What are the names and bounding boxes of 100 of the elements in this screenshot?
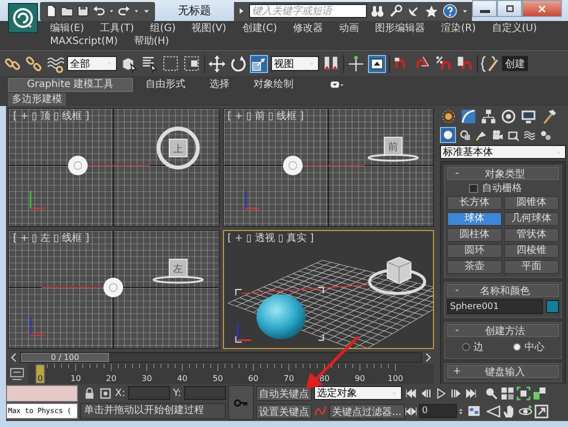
pivot-icon[interactable]: [322, 54, 340, 72]
rollout-toggle[interactable]: -: [452, 325, 462, 336]
coordinate-field[interactable]: [128, 386, 170, 400]
edit-selection-icon[interactable]: [481, 54, 499, 72]
caret-icon[interactable]: [461, 7, 469, 15]
close-button[interactable]: [522, 0, 562, 17]
menu-item[interactable]: 工具(T): [100, 23, 134, 35]
motion-icon[interactable]: [500, 108, 517, 125]
window-selection-icon[interactable]: [183, 54, 201, 72]
viewport[interactable]: 左 [ + ▯ 左 ▯ 线框 ]: [8, 230, 220, 349]
sun-icon[interactable]: [440, 108, 457, 125]
viewport-label[interactable]: [ + ▯ 透视 ▯ 真实 ]: [228, 233, 314, 244]
app-logo-button[interactable]: [8, 3, 38, 33]
viewcube-drawing[interactable]: [156, 126, 200, 170]
wrench-icon[interactable]: [388, 4, 403, 18]
move-icon[interactable]: [208, 54, 226, 72]
object-type-button[interactable]: 圆锥体: [504, 196, 559, 210]
viewport-label[interactable]: [ + ▯ 左 ▯ 线框 ]: [13, 233, 90, 244]
ribbon-tab[interactable]: 自由形式: [134, 78, 197, 92]
key-filters-button[interactable]: 关键点过滤器...: [329, 404, 405, 418]
viewport-label[interactable]: [ + ▯ 顶 ▯ 线框 ]: [13, 111, 90, 122]
rectangle-selection-icon[interactable]: [162, 54, 180, 72]
object-type-button[interactable]: 圆柱体: [447, 228, 502, 242]
object-type-button[interactable]: 茶壶: [447, 260, 502, 274]
ribbon-tab[interactable]: Graphite 建模工具: [8, 78, 133, 92]
object-type-button[interactable]: 四棱锥: [504, 244, 559, 258]
rollout-toggle[interactable]: -: [452, 285, 462, 296]
menu-item[interactable]: 视图(V): [192, 23, 226, 35]
auto-key-button[interactable]: 自动关键点: [256, 386, 312, 400]
viewcube-drawing[interactable]: [152, 258, 204, 284]
time-config-icon[interactable]: [467, 404, 481, 418]
monitor-icon[interactable]: [520, 108, 537, 125]
select-object-icon[interactable]: [120, 54, 138, 72]
maximize-viewport-icon[interactable]: [534, 404, 549, 418]
go-to-end-icon[interactable]: [464, 386, 478, 400]
undo-icon[interactable]: [92, 4, 106, 18]
spinner-snap-icon[interactable]: [456, 54, 474, 72]
viewcube-drawing[interactable]: [367, 136, 418, 162]
maximize-button[interactable]: [497, 0, 522, 17]
radio-button[interactable]: [512, 343, 520, 351]
color-swatch[interactable]: [546, 300, 559, 313]
search-field[interactable]: 键入关键字或短语: [249, 4, 367, 18]
selection-filter-dropdown[interactable]: 全部: [67, 56, 117, 71]
object-type-button[interactable]: 平面: [504, 260, 559, 274]
set-key-button[interactable]: 设置关键点: [256, 404, 312, 418]
menu-item[interactable]: MAXScript(M): [50, 36, 118, 48]
folder-icon[interactable]: [60, 4, 74, 18]
time-slider-thumb[interactable]: 0 / 100: [21, 352, 109, 362]
panel-tab[interactable]: 多边形建模: [8, 93, 66, 106]
star-icon[interactable]: [424, 4, 439, 18]
ribbon-tab[interactable]: 对象绘制: [242, 78, 305, 92]
time-slider-track[interactable]: 0 / 100: [20, 352, 422, 362]
next-frame-icon[interactable]: [449, 386, 463, 400]
wave-link-icon[interactable]: [46, 54, 64, 72]
sphere-drawing[interactable]: [256, 294, 306, 340]
timeline-ruler[interactable]: [28, 364, 434, 384]
object-type-button[interactable]: 圆环: [447, 244, 502, 258]
keyboard-toggle-icon[interactable]: [368, 54, 386, 72]
viewport[interactable]: [ + ▯ 透视 ▯ 真实 ]: [222, 230, 434, 349]
coordinate-system-dropdown[interactable]: 视图: [271, 56, 319, 71]
zoom-extents-icon[interactable]: [516, 386, 531, 400]
new-file-icon[interactable]: [44, 4, 58, 18]
selection-icon[interactable]: [99, 386, 112, 400]
unlink-icon[interactable]: [25, 54, 43, 72]
waves-icon[interactable]: [523, 128, 536, 142]
menu-item[interactable]: 图形编辑器: [375, 23, 426, 35]
key-mode-dropdown[interactable]: 选定对象: [314, 386, 402, 400]
category-dropdown[interactable]: 标准基本体: [440, 145, 566, 159]
manipulate-icon[interactable]: [347, 54, 365, 72]
key-mode-icon[interactable]: [404, 404, 418, 418]
ribbon-tab[interactable]: 选择: [198, 78, 241, 92]
hierarchy-icon[interactable]: [480, 108, 497, 125]
help-icon[interactable]: [442, 3, 458, 19]
rollout-toggle[interactable]: -: [452, 168, 462, 179]
named-selection-field[interactable]: 创建: [502, 56, 528, 71]
menu-item[interactable]: 编辑(E): [50, 23, 84, 35]
menu-item[interactable]: 创建(C): [242, 23, 278, 35]
frame-field[interactable]: 0: [419, 404, 457, 418]
helper-icon[interactable]: [507, 128, 520, 142]
radio-button[interactable]: [462, 343, 470, 351]
object-type-button[interactable]: 球体: [447, 212, 502, 226]
binoculars-icon[interactable]: [370, 4, 385, 18]
save-icon[interactable]: [76, 4, 90, 18]
scale-icon[interactable]: [250, 54, 268, 72]
curve-icon[interactable]: [460, 108, 477, 125]
previous-frame-icon[interactable]: [419, 386, 433, 400]
menu-item[interactable]: 修改器: [293, 23, 324, 35]
select-by-name-icon[interactable]: [141, 54, 159, 72]
zoom-icon[interactable]: [484, 386, 499, 400]
viewport[interactable]: 上 [ + ▯ 顶 ▯ 线框 ]: [8, 108, 220, 227]
name-field[interactable]: Sphere001: [447, 299, 543, 314]
field-of-view-icon[interactable]: [486, 404, 501, 418]
lock-icon[interactable]: [83, 386, 96, 400]
zoom-extents-all-icon[interactable]: [532, 386, 547, 400]
go-to-start-icon[interactable]: [404, 386, 418, 400]
gears-icon[interactable]: [539, 128, 552, 142]
viewport[interactable]: 前 [ + ▯ 前 ▯ 线框 ]: [222, 108, 434, 227]
viewport-label[interactable]: [ + ▯ 前 ▯ 线框 ]: [228, 111, 304, 122]
frame-marker[interactable]: [36, 364, 45, 383]
menu-item[interactable]: 帮助(H): [134, 36, 170, 48]
